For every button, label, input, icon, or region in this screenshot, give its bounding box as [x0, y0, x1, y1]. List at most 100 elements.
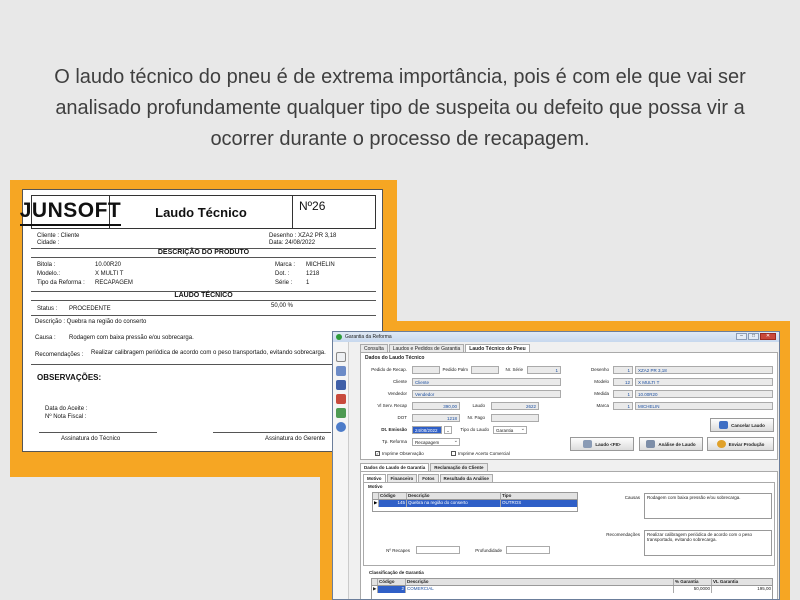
left-toolbar [333, 342, 349, 599]
checkbox-unchecked[interactable] [451, 451, 456, 456]
recomendacoes-label: Recomendações [606, 532, 640, 537]
minimize-button[interactable]: – [736, 333, 747, 340]
col-descricao: Descrição [407, 493, 501, 499]
value-modelo: X MULTI T [95, 271, 124, 277]
label-dot: Dot. : [275, 271, 290, 277]
nr-serie-label: Nr. Série [505, 367, 523, 372]
medida-label: Medida [594, 391, 609, 396]
dot-label: DOT [397, 415, 408, 420]
vendedor-label: Vendedor [387, 391, 407, 396]
report-title: Laudo Técnico [110, 196, 293, 228]
col-codigo: Código [378, 579, 406, 585]
profundidade-field[interactable] [506, 546, 550, 554]
tp-reforma-label: Tp. Reforma [381, 439, 407, 444]
desenho-code[interactable]: 1 [613, 366, 633, 374]
tipo-laudo-select[interactable]: Garantia [493, 426, 527, 434]
tipo-laudo-label: Tipo do Laudo [460, 427, 489, 432]
cliente-field[interactable]: Cliente [412, 378, 561, 386]
dt-emissao-field[interactable]: 24/08/2022 [412, 426, 442, 434]
modelo-code[interactable]: 12 [613, 378, 633, 386]
value-recomendacoes: Realizar calibragem periódica de acordo … [91, 350, 326, 356]
motivo-panel: Motivo Código Descrição Tipo ▶ 145 Quebr… [363, 482, 775, 566]
tab-dados-laudo[interactable]: Dados do Laudo de Garantia [360, 463, 430, 471]
cancel-laudo-icon [719, 421, 729, 429]
dot-field[interactable]: 1218 [412, 414, 460, 422]
sub-tabs-2: Motivo Financeiro Fotos Resultado da Aná… [363, 474, 494, 482]
refresh-icon[interactable] [336, 422, 346, 432]
tab-resultado-analise[interactable]: Resultado da Análise [439, 474, 493, 482]
grid-header: Código Descrição % Garantia VL Garantia [372, 579, 772, 586]
tab-reclamacao[interactable]: Reclamação do Cliente [430, 463, 488, 471]
value-serie: 1 [306, 280, 310, 286]
profundidade-label: Profundidade [475, 548, 502, 553]
sub-tabs-1: Dados do Laudo de Garantia Reclamação do… [360, 463, 489, 471]
send-icon [716, 440, 726, 448]
table-row[interactable]: ▶ 2 COMERCIAL 50,0000 195,00 [372, 586, 772, 593]
pedido-recap-field[interactable] [412, 366, 440, 374]
label-modelo: Modelo.: [37, 271, 61, 277]
tab-financeiro[interactable]: Financeiro [386, 474, 418, 482]
laudo-panel: Dados do Laudo Técnico Pedido de Recap. … [360, 352, 778, 460]
vendedor-field[interactable]: Vendedor [412, 390, 561, 398]
analise-laudo-button[interactable]: Análise de Laudo [639, 437, 703, 451]
label-bitola: Bitola : [37, 262, 56, 268]
recomendacoes-textarea[interactable]: Realizar calibragem periódica de acordo … [644, 530, 772, 556]
motivo-title: Motivo [368, 484, 383, 489]
table-row[interactable]: ▶ 145 Quebra na região do conserto OUTRO… [373, 500, 577, 507]
laudo-f8-button[interactable]: Laudo <F8> [570, 437, 634, 451]
app-icon [336, 334, 342, 340]
pedido-palm-field[interactable] [471, 366, 499, 374]
title-bar: Garantia da Reforma – □ ✕ [333, 332, 779, 342]
nr-serie-field[interactable]: 1 [527, 366, 561, 374]
calendar-icon[interactable]: ⌄ [444, 426, 452, 434]
label-marca: Marca : [275, 262, 296, 268]
col-descricao: Descrição [406, 579, 674, 585]
print-icon [583, 440, 593, 448]
col-garantia-vl: VL Garantia [713, 579, 739, 584]
pedido-palm-label: Pedido Palm [442, 367, 468, 372]
checkbox-checked[interactable]: ✓ [375, 451, 380, 456]
maximize-button[interactable]: □ [748, 333, 759, 340]
modelo-field[interactable]: X MULTI T [635, 378, 773, 386]
report-cidade: Cidade : [37, 240, 60, 246]
cancel-icon[interactable] [336, 394, 346, 404]
laudo-field[interactable]: 2622 [491, 402, 539, 410]
vlserv-field[interactable]: 390,00 [412, 402, 460, 410]
section-title: Dados do Laudo Técnico [365, 355, 425, 361]
tp-reforma-select[interactable]: Recapagem [412, 438, 460, 446]
new-doc-icon[interactable] [336, 352, 346, 362]
grid-header: Código Descrição Tipo [373, 493, 577, 500]
marca-code[interactable]: 1 [613, 402, 633, 410]
assinatura-gerente: Assinatura do Gerente [265, 436, 326, 442]
dt-emissao-label: Dt. Emissão [381, 427, 407, 432]
causas-textarea[interactable]: Rodagem com baixa pressão e/ou sobrecarg… [644, 493, 772, 519]
medida-field[interactable]: 10.00R20 [635, 390, 773, 398]
tab-motivo[interactable]: Motivo [363, 474, 386, 482]
users-icon[interactable] [336, 408, 346, 418]
observacoes-heading: OBSERVAÇÕES: [37, 373, 102, 382]
imprime-observacao-check[interactable]: ✓ Imprime Observação [375, 451, 424, 456]
report-desenho: Desenho : XZA2 PR 3,18 [269, 233, 337, 239]
vlserv-label: Vl Serv. Recap [377, 403, 407, 408]
nr-pago-field[interactable] [491, 414, 539, 422]
cancelar-laudo-button[interactable]: Cancelar Laudo [710, 418, 774, 432]
label-tipo: Tipo da Reforma : [37, 280, 85, 286]
close-button[interactable]: ✕ [760, 333, 776, 340]
tab-fotos[interactable]: Fotos [418, 474, 439, 482]
imprime-acerto-check[interactable]: Imprime Acerto Comercial [451, 451, 510, 456]
garantia-window: Garantia da Reforma – □ ✕ Consulta Laudo… [332, 331, 780, 600]
value-dot: 1218 [306, 271, 320, 277]
laudo-report: JUNSOFT Laudo Técnico Nº26 Cliente : Cli… [19, 189, 383, 452]
edit-icon[interactable] [336, 366, 346, 376]
nr-recapes-field[interactable] [416, 546, 460, 554]
trash-icon[interactable] [336, 380, 346, 390]
classificacao-grid: Código Descrição % Garantia VL Garantia … [371, 578, 773, 599]
marca-field[interactable]: MICHELIN [635, 402, 773, 410]
assinatura-tecnico: Assinatura do Técnico [61, 436, 121, 442]
window-title: Garantia da Reforma [345, 334, 392, 340]
col-tipo: Tipo [502, 493, 512, 498]
signature-line [213, 432, 331, 433]
desenho-field[interactable]: XZA2 PR 3,18 [635, 366, 773, 374]
medida-code[interactable]: 1 [613, 390, 633, 398]
enviar-producao-button[interactable]: Enviar Produção [707, 437, 774, 451]
